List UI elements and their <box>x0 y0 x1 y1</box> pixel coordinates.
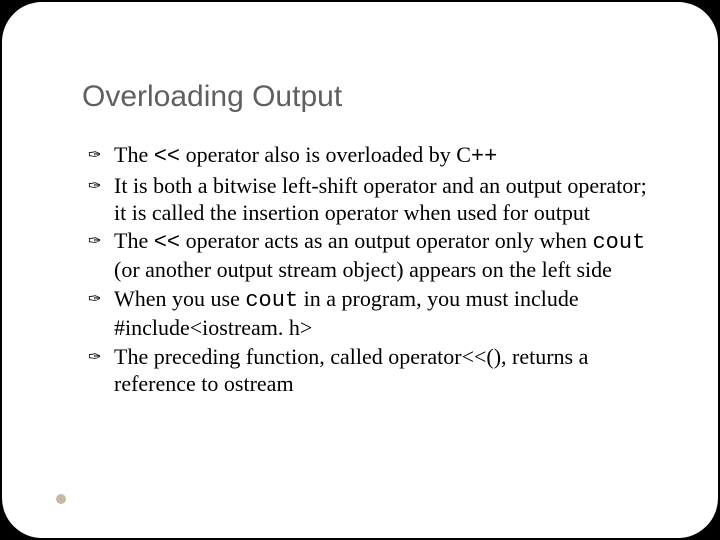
list-item: When you use cout in a program, you must… <box>88 286 648 342</box>
list-item: The << operator also is overloaded by C+… <box>88 142 648 171</box>
code: ++ <box>471 144 497 169</box>
text: When you use <box>114 286 245 311</box>
text: operator acts as an output operator only… <box>180 228 592 253</box>
text: (or another output stream object) appear… <box>114 257 612 282</box>
code: cout <box>245 288 298 313</box>
list-item: It is both a bitwise left-shift operator… <box>88 173 648 227</box>
code: << <box>154 144 180 169</box>
text: operator also is overloaded by C <box>180 142 471 167</box>
code: << <box>154 230 180 255</box>
slide-title: Overloading Output <box>82 80 658 114</box>
bullet-list: The << operator also is overloaded by C+… <box>88 142 648 397</box>
code: cout <box>592 230 645 255</box>
slide-frame: Overloading Output The << operator also … <box>0 0 720 540</box>
decorative-dot-icon <box>56 494 66 504</box>
text: It is both a bitwise left-shift operator… <box>114 173 647 225</box>
text: The <box>114 228 154 253</box>
list-item: The << operator acts as an output operat… <box>88 228 648 284</box>
text: The preceding function, called operator<… <box>114 344 588 396</box>
text: The <box>114 142 154 167</box>
list-item: The preceding function, called operator<… <box>88 344 648 398</box>
